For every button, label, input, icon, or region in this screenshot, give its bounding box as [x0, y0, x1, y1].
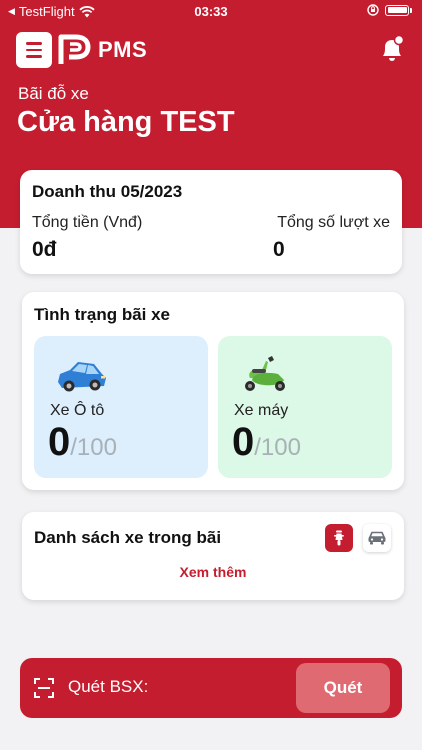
scan-icon[interactable] — [34, 678, 54, 698]
total-money-label: Tổng tiền (Vnđ) — [32, 214, 143, 231]
car-filter-button[interactable] — [363, 524, 391, 552]
motorbike-filter-button[interactable] — [325, 524, 353, 552]
orientation-lock-icon — [367, 4, 379, 16]
car-capacity: /100 — [70, 434, 117, 461]
parking-status-title: Tình trạng bãi xe — [34, 305, 171, 324]
car-label: Xe Ô tô — [50, 402, 105, 419]
motorbike-filter-icon — [334, 530, 344, 546]
total-visits-label: Tổng số lượt xe — [277, 214, 390, 231]
total-visits-value: 0 — [273, 238, 285, 261]
total-money-value: 0đ — [32, 238, 57, 261]
pms-logo-icon — [58, 34, 91, 64]
menu-icon-line — [26, 55, 42, 58]
revenue-card: Doanh thu 05/2023 Tổng tiền (Vnđ) Tổng s… — [20, 170, 402, 274]
motorbike-tile[interactable]: Xe máy 0 /100 — [218, 336, 392, 478]
see-more-link[interactable]: Xem thêm — [22, 564, 404, 580]
car-count-value: 0 — [48, 420, 71, 464]
scan-button[interactable]: Quét — [296, 663, 390, 713]
bell-icon[interactable] — [378, 34, 406, 64]
brand-logo: PMS — [58, 32, 147, 68]
battery-icon — [385, 4, 409, 16]
revenue-title: Doanh thu 05/2023 — [32, 182, 183, 201]
vehicle-list-title: Danh sách xe trong bãi — [34, 528, 222, 547]
car-icon — [58, 362, 106, 392]
motorbike-count: 0 /100 — [232, 420, 301, 465]
scooter-icon — [245, 356, 285, 391]
motorbike-count-value: 0 — [232, 420, 255, 464]
vehicle-list-card: Danh sách xe trong bãi Xem thêm — [22, 512, 404, 600]
store-name: Cửa hàng TEST — [17, 106, 235, 138]
status-bar: ◀ TestFlight 03:33 — [0, 0, 422, 22]
menu-button[interactable] — [16, 32, 52, 68]
car-tile[interactable]: Xe Ô tô 0 /100 — [34, 336, 208, 478]
scan-bar: Quét BSX: Quét — [20, 658, 402, 718]
menu-icon-line — [26, 48, 42, 52]
scan-plate-label: Quét BSX: — [68, 677, 149, 696]
motorbike-label: Xe máy — [234, 402, 289, 419]
menu-icon-line — [26, 42, 42, 45]
parking-status-card: Tình trạng bãi xe Xe Ô tô 0 /100 Xe máy … — [22, 292, 404, 490]
top-bar: PMS — [0, 30, 422, 70]
brand-name: PMS — [98, 37, 148, 62]
car-filter-icon — [368, 531, 386, 545]
motorbike-capacity: /100 — [254, 434, 301, 461]
parking-label: Bãi đỗ xe — [18, 84, 89, 103]
car-count: 0 /100 — [48, 420, 117, 465]
battery-tip — [410, 7, 412, 13]
status-time: 03:33 — [194, 4, 228, 19]
status-indicators — [367, 4, 412, 16]
